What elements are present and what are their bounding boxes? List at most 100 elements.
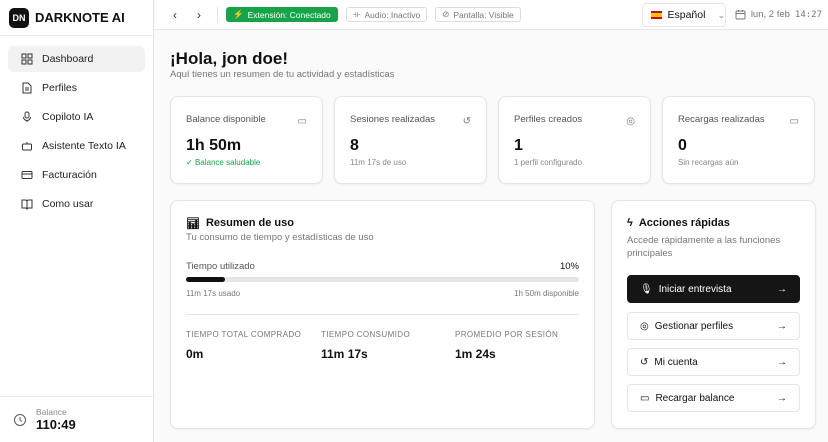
- stat-title: Recargas realizadas: [678, 114, 765, 125]
- card-desc: Tu consumo de tiempo y estadísticas de u…: [186, 232, 374, 243]
- card-title: Acciones rápidas: [638, 217, 730, 229]
- button-label: Mi cuenta: [654, 356, 698, 368]
- sidebar-item-dashboard[interactable]: Dashboard: [8, 46, 145, 72]
- quick-actions-card: ϟ Acciones rápidas Accede rápidamente a l…: [611, 200, 816, 429]
- sidebar-item-label: Perfiles: [42, 82, 78, 94]
- card-title: Resumen de uso: [205, 217, 294, 229]
- available-text: 1h 50m disponible: [514, 289, 579, 298]
- chevron-down-icon: ⌄: [717, 9, 725, 20]
- metric-total: TIEMPO TOTAL COMPRADO 0m: [186, 330, 301, 361]
- app-name: DARKNOTE AI: [35, 10, 125, 25]
- datetime: lun, 2 feb 14:27: [735, 9, 822, 20]
- stat-value: 1: [514, 137, 523, 154]
- logo-mark: DN: [9, 7, 29, 28]
- target-icon: ◎: [640, 320, 649, 332]
- stat-sub-text: Balance saludable: [194, 158, 261, 167]
- target-icon: ◎: [626, 116, 635, 127]
- logo[interactable]: DN DARKNOTE AI: [0, 0, 153, 36]
- stat-sub: 1 perfil configurado: [514, 158, 583, 167]
- file-icon: [22, 82, 32, 94]
- sidebar-item-copiloto[interactable]: Copiloto IA: [8, 104, 145, 130]
- stat-title: Sesiones realizadas: [350, 114, 436, 125]
- sidebar-item-label: Facturación: [42, 169, 97, 181]
- button-label: Gestionar perfiles: [654, 320, 734, 332]
- mic-icon: 🎙︎: [640, 283, 653, 295]
- arrow-right-icon: →: [777, 320, 787, 332]
- recharge-balance-button[interactable]: ▭ Recargar balance →: [627, 384, 800, 412]
- date-text: lun, 2 feb: [750, 9, 790, 20]
- metric-label: TIEMPO CONSUMIDO: [321, 330, 411, 339]
- stat-card-sessions: Sesiones realizadas ↺ 8 11m 17s de uso: [334, 96, 487, 184]
- check-circle-icon: ✓: [186, 158, 195, 167]
- forward-button[interactable]: ›: [187, 8, 211, 22]
- my-account-button[interactable]: ↺ Mi cuenta →: [627, 348, 800, 376]
- audio-icon: ⟛: [352, 9, 361, 19]
- stat-value: 8: [350, 137, 359, 154]
- balance-value: 110:49: [36, 417, 76, 432]
- book-icon: [21, 199, 33, 210]
- metric-label: PROMEDIO POR SESIÓN: [455, 330, 559, 339]
- metric-value: 11m 17s: [321, 347, 368, 361]
- arrow-right-icon: →: [777, 283, 787, 295]
- page-title: ¡Hola, jon doe!: [170, 49, 289, 68]
- time-text: 14:27: [794, 9, 822, 20]
- stat-title: Balance disponible: [186, 114, 266, 125]
- stat-value: 1h 50m: [186, 137, 242, 154]
- divider: [217, 6, 218, 23]
- metric-value: 0m: [186, 347, 204, 361]
- card-icon: ▭: [640, 392, 650, 404]
- audio-status-text: Audio: Inactivo: [364, 9, 421, 20]
- stat-sub: 11m 17s de uso: [350, 158, 407, 167]
- stat-sub: Sin recargas aún: [678, 158, 739, 167]
- metric-label: TIEMPO TOTAL COMPRADO: [186, 330, 302, 339]
- plug-icon: ⚡: [233, 9, 244, 19]
- sidebar-item-perfiles[interactable]: Perfiles: [8, 75, 145, 101]
- stat-card-profiles: Perfiles creados ◎ 1 1 perfil configurado: [498, 96, 651, 184]
- used-text: 11m 17s usado: [186, 289, 241, 298]
- shield-off-icon: ⊘: [442, 9, 450, 19]
- sidebar-item-como-usar[interactable]: Como usar: [8, 191, 145, 217]
- mic-icon: [23, 111, 31, 122]
- arrow-right-icon: →: [777, 356, 787, 368]
- sidebar-item-label: Dashboard: [42, 53, 94, 65]
- stat-value: 0: [678, 137, 687, 154]
- history-icon: ↺: [462, 116, 471, 127]
- screen-status-badge: ⊘ Pantalla: Visible: [435, 7, 521, 22]
- clock-icon: [14, 413, 26, 426]
- metric-average: PROMEDIO POR SESIÓN 1m 24s: [455, 330, 558, 361]
- main-content: ¡Hola, jon doe! Aquí tienes un resumen d…: [155, 31, 828, 442]
- balance-widget: Balance 110:49: [0, 396, 153, 442]
- sidebar-item-facturacion[interactable]: Facturación: [8, 162, 145, 188]
- card-icon: ▭: [789, 116, 799, 127]
- stat-card-recharges: Recargas realizadas ▭ 0 Sin recargas aún: [662, 96, 815, 184]
- sidebar-item-asistente[interactable]: Asistente Texto IA: [8, 133, 145, 159]
- button-label: Recargar balance: [655, 392, 735, 404]
- extension-status-badge: ⚡ Extensión: Conectado: [226, 7, 338, 22]
- sidebar-item-label: Copiloto IA: [42, 111, 94, 123]
- card-icon: [21, 171, 33, 179]
- progress-percent: 10%: [559, 261, 579, 272]
- usage-summary-card: 📊︎ Resumen de uso Tu consumo de tiempo y …: [170, 200, 595, 429]
- page-subtitle: Aquí tienes un resumen de tu actividad y…: [170, 69, 395, 80]
- sidebar-item-label: Asistente Texto IA: [42, 140, 126, 152]
- stat-card-balance: Balance disponible ▭ 1h 50m ✓ Balance salud…: [170, 96, 323, 184]
- sidebar-item-label: Como usar: [42, 198, 94, 210]
- bar-chart-icon: 📊︎: [186, 218, 200, 230]
- header: ‹ › ⚡ Extensión: Conectado ⟛ Audio: Inacti…: [155, 0, 828, 30]
- stat-sub: ✓ Balance saludable: [186, 158, 260, 167]
- start-interview-button[interactable]: 🎙︎ Iniciar entrevista →: [627, 275, 800, 303]
- audio-status-badge: ⟛ Audio: Inactivo: [345, 7, 428, 22]
- metric-value: 1m 24s: [455, 347, 496, 361]
- language-select[interactable]: Español ⌄: [642, 3, 726, 27]
- screen-status-text: Pantalla: Visible: [453, 9, 514, 20]
- card-desc: Accede rápidamente a las funciones princ…: [627, 235, 781, 259]
- history-icon: ↺: [640, 356, 649, 368]
- progress-fill: [186, 277, 226, 282]
- usage-progress-bar: [186, 277, 579, 282]
- extension-status-text: Extensión: Conectado: [247, 9, 331, 20]
- button-label: Iniciar entrevista: [658, 283, 732, 295]
- divider: [186, 314, 579, 315]
- manage-profiles-button[interactable]: ◎ Gestionar perfiles →: [627, 312, 800, 340]
- arrow-right-icon: →: [777, 392, 787, 404]
- back-button[interactable]: ‹: [163, 8, 187, 22]
